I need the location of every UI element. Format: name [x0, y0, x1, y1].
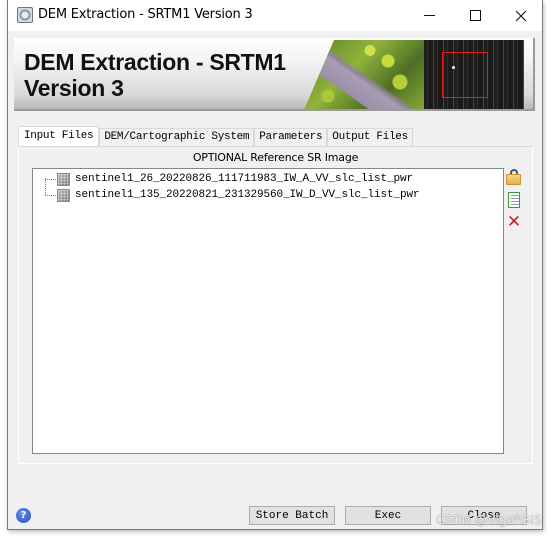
- tab-bar: Input Files DEM/Cartographic System Para…: [18, 126, 413, 147]
- list-item[interactable]: sentinel1_26_20220826_111711983_IW_A_VV_…: [45, 171, 413, 187]
- close-window-button[interactable]: [498, 0, 544, 31]
- maximize-button[interactable]: [452, 0, 498, 31]
- exec-button[interactable]: Exec: [345, 506, 431, 525]
- help-icon[interactable]: ?: [16, 508, 31, 523]
- maximize-icon: [469, 10, 481, 21]
- file-name: sentinel1_135_20220821_231329560_IW_D_VV…: [75, 189, 420, 201]
- open-folder-icon[interactable]: [505, 169, 523, 187]
- banner-title-line1: DEM Extraction - SRTM1: [24, 49, 286, 75]
- banner-sar-image: [424, 40, 524, 109]
- section-label: OPTIONAL Reference SR Image: [192, 151, 359, 164]
- tree-connector: [45, 178, 56, 180]
- notepad-shape: [508, 192, 520, 208]
- raster-file-icon: [57, 188, 70, 202]
- sar-highlight-box: [442, 52, 488, 98]
- tab-parameters[interactable]: Parameters: [254, 128, 328, 147]
- close-button[interactable]: Close: [441, 506, 527, 525]
- tab-output-files[interactable]: Output Files: [327, 128, 413, 147]
- title-bar[interactable]: DEM Extraction - SRTM1 Version 3: [8, 0, 542, 31]
- raster-file-icon: [57, 172, 70, 186]
- minimize-button[interactable]: [406, 0, 452, 31]
- file-name: sentinel1_26_20220826_111711983_IW_A_VV_…: [75, 173, 414, 185]
- file-list[interactable]: sentinel1_26_20220826_111711983_IW_A_VV_…: [32, 168, 504, 454]
- list-item[interactable]: sentinel1_135_20220821_231329560_IW_D_VV…: [45, 187, 420, 203]
- delete-icon[interactable]: ✕: [505, 213, 523, 231]
- banner-aerial-image: [304, 40, 424, 109]
- window-title: DEM Extraction - SRTM1 Version 3: [38, 7, 253, 22]
- folder-shape: [506, 174, 521, 185]
- banner-title: DEM Extraction - SRTM1 Version 3: [24, 49, 286, 101]
- list-icon[interactable]: [505, 191, 523, 209]
- tab-input-files[interactable]: Input Files: [18, 126, 100, 147]
- close-icon: [515, 10, 527, 21]
- banner-title-line2: Version 3: [24, 75, 124, 101]
- dem-extraction-window: DEM Extraction - SRTM1 Version 3 DEM Ext…: [7, 0, 543, 530]
- sar-target-dot: [452, 66, 455, 69]
- file-list-tools: ✕: [505, 169, 523, 235]
- tab-dem-cartographic-system[interactable]: DEM/Cartographic System: [99, 128, 255, 147]
- header-banner: DEM Extraction - SRTM1 Version 3: [14, 38, 535, 111]
- minimize-icon: [423, 15, 435, 16]
- tree-connector: [45, 194, 56, 196]
- store-batch-button[interactable]: Store Batch: [249, 506, 335, 525]
- app-icon: [17, 7, 33, 23]
- input-files-panel: OPTIONAL Reference SR Image sentinel1_26…: [18, 146, 533, 464]
